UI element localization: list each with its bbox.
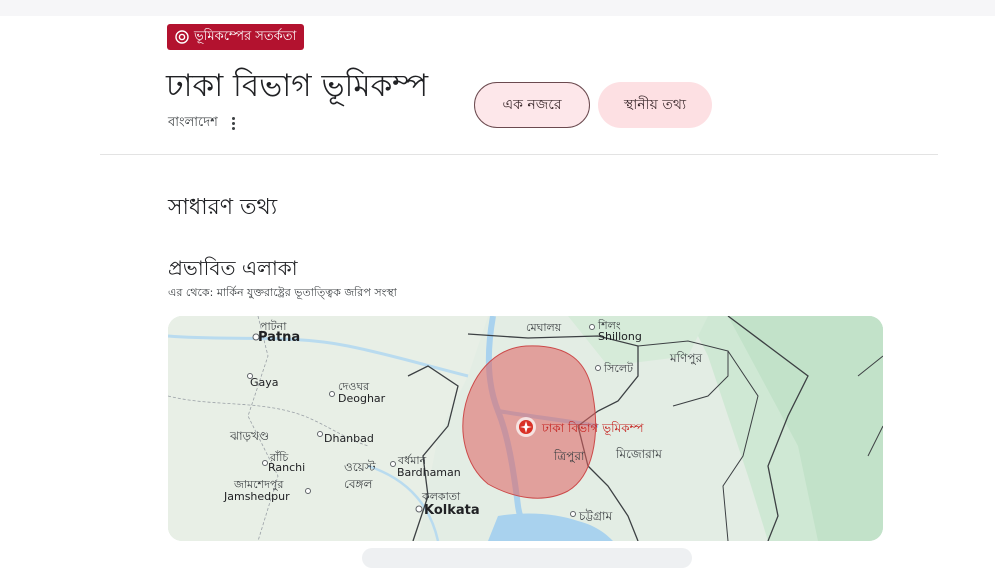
map-label-chattogram: চট্টগ্রাম <box>579 509 613 523</box>
map-label-west-bengal-2: বেঙ্গল <box>344 477 373 491</box>
page-title: ঢাকা বিভাগ ভূমিকম্প <box>166 68 429 104</box>
map-label-manipur: মণিপুর <box>670 351 703 365</box>
more-options-icon[interactable] <box>231 117 235 130</box>
target-icon <box>175 30 189 44</box>
map-label-patna: Patna <box>258 330 301 345</box>
affected-area-map[interactable]: পাটনা Patna Gaya দেওঘর Deoghar ঝাড়খণ্ড … <box>168 316 883 541</box>
map-label-mizoram: মিজোরাম <box>616 447 662 461</box>
tab-local-info-label: স্থানীয় তথ্য <box>623 97 687 113</box>
header-divider <box>100 154 938 155</box>
map-label-jamshedpur: Jamshedpur <box>224 490 290 503</box>
tab-overview-label: এক নজরে <box>502 97 562 113</box>
affected-area-title: প্রভাবিত এলাকা <box>168 256 298 280</box>
bottom-action-pill[interactable] <box>362 548 692 568</box>
tab-overview[interactable]: এক নজরে <box>474 82 590 128</box>
map-label-deoghar: Deoghar <box>338 392 386 405</box>
section-title: সাধারণ তথ্য <box>168 195 278 220</box>
map-label-tripura: ত্রিপুরা <box>554 449 585 463</box>
earthquake-alert-badge: ভূমিকম্পের সতর্কতা <box>167 24 305 50</box>
subtitle-row: বাংলাদেশ <box>168 113 235 134</box>
map-label-dhanbad: Dhanbad <box>324 432 374 445</box>
epicenter-label: ঢাকা বিভাগ ভূমিকম্প <box>542 421 644 435</box>
country-label: বাংলাদেশ <box>168 115 218 130</box>
alert-label: ভূমিকম্পের সতর্কতা <box>194 28 297 44</box>
map-label-shillong: Shillong <box>598 330 642 343</box>
map-label-ranchi: Ranchi <box>268 461 306 474</box>
tab-local-info[interactable]: স্থানীয় তথ্য <box>598 82 712 128</box>
map-label-meghalaya: মেঘালয় <box>526 321 562 334</box>
map-label-gaya: Gaya <box>250 376 279 389</box>
map-label-sylhet: সিলেট <box>604 362 634 375</box>
map-label-bardhaman: Bardhaman <box>397 466 461 479</box>
top-bar <box>0 0 995 16</box>
map-label-kolkata: Kolkata <box>424 503 480 518</box>
source-attribution: এর থেকে: মার্কিন যুক্তরাষ্ট্রের ভূতাত্ত্… <box>168 286 397 299</box>
epicenter-marker-icon[interactable] <box>516 417 536 437</box>
map-label-jharkhand: ঝাড়খণ্ড <box>230 429 270 443</box>
